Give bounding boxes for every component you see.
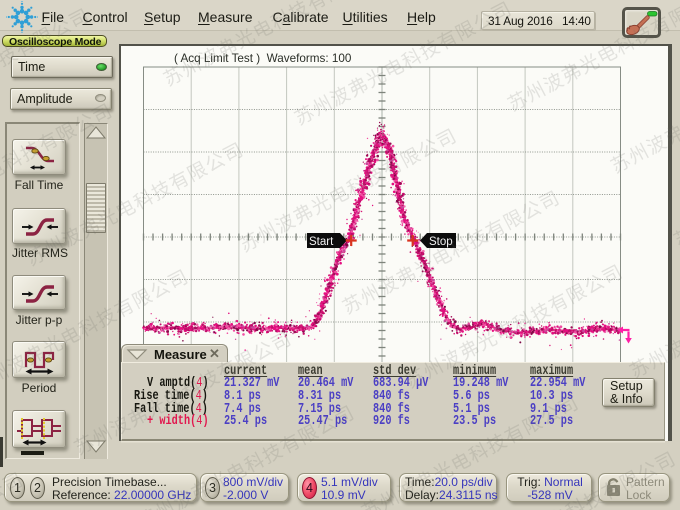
svg-text:Stop: Stop [429, 236, 453, 248]
svg-text:Start: Start [309, 236, 334, 248]
